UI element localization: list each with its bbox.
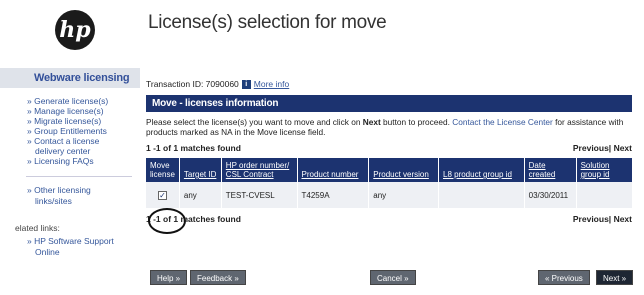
header-l8-product-group[interactable]: L8 product group id bbox=[438, 158, 525, 182]
checkbox-highlight-circle bbox=[148, 208, 186, 234]
header-date-created[interactable]: Date created bbox=[524, 158, 577, 182]
related-links-label: elated links: bbox=[15, 223, 60, 233]
sidebar-item-contact[interactable]: » Contact a license delivery center bbox=[27, 136, 140, 156]
section-title: Move - licenses information bbox=[146, 95, 632, 112]
sidebar-item-contact-label: » Contact a license bbox=[27, 136, 100, 146]
related-link-hp-support[interactable]: » HP Software Support Online bbox=[27, 236, 140, 258]
feedback-button[interactable]: Feedback » bbox=[190, 270, 246, 285]
next-button[interactable]: Next » bbox=[596, 270, 634, 285]
header-move-license: Move license bbox=[146, 158, 180, 182]
sidebar-item-migrate[interactable]: » Migrate license(s) bbox=[27, 116, 140, 126]
cell-target-id: any bbox=[179, 182, 222, 208]
pager-next-top[interactable]: Next bbox=[614, 143, 632, 153]
cancel-button[interactable]: Cancel » bbox=[370, 270, 416, 285]
cell-product-version: any bbox=[368, 182, 439, 208]
sidebar-item-faqs[interactable]: » Licensing FAQs bbox=[27, 156, 140, 166]
pager-previous-top[interactable]: Previous| bbox=[573, 143, 611, 153]
instructions-next-word: Next bbox=[362, 117, 381, 127]
info-icon[interactable]: i bbox=[241, 79, 251, 89]
sidebar-heading: Webware licensing bbox=[0, 68, 140, 88]
other-links-line2: links/sites bbox=[35, 196, 72, 206]
instructions: Please select the license(s) you want to… bbox=[146, 117, 632, 137]
matches-count-top: 1 -1 of 1 matches found bbox=[146, 143, 241, 153]
other-links-line1: » Other licensing bbox=[27, 185, 91, 195]
cell-solution-group bbox=[576, 182, 632, 208]
results-header-bottom: 1 -1 of 1 matches found Previous| Next bbox=[146, 214, 632, 224]
main-content: Transaction ID: 7090060 i More info Move… bbox=[146, 79, 632, 224]
move-license-checkbox[interactable]: ✓ bbox=[157, 190, 167, 200]
header-solution-group[interactable]: Solution group id bbox=[576, 158, 632, 182]
page-title: License(s) selection for move bbox=[148, 12, 387, 33]
header-target-id[interactable]: Target ID bbox=[179, 158, 222, 182]
licenses-table: Move license Target ID HP order number/ … bbox=[146, 158, 632, 208]
sidebar-divider bbox=[26, 176, 132, 177]
hp-logo: hp bbox=[55, 10, 95, 50]
related-link-line2: Online bbox=[35, 247, 60, 257]
transaction-row: Transaction ID: 7090060 i More info bbox=[146, 79, 632, 89]
help-button[interactable]: Help » bbox=[150, 270, 188, 285]
sidebar-item-contact-continuation: delivery center bbox=[35, 146, 91, 156]
pager-bottom: Previous| Next bbox=[573, 214, 632, 224]
table-header-row: Move license Target ID HP order number/ … bbox=[146, 158, 632, 182]
header-product-version[interactable]: Product version bbox=[368, 158, 439, 182]
cell-move-license: ✓ bbox=[146, 182, 180, 208]
related-link-line1: » HP Software Support bbox=[27, 236, 114, 246]
pager-top: Previous| Next bbox=[573, 143, 632, 153]
pager-previous-bottom[interactable]: Previous| bbox=[573, 214, 611, 224]
logo-text: hp bbox=[59, 17, 91, 43]
previous-button[interactable]: « Previous bbox=[538, 270, 590, 285]
cell-product-number: T4259A bbox=[297, 182, 370, 208]
sidebar: Webware licensing » Generate license(s) … bbox=[0, 68, 140, 295]
cell-l8-product-group bbox=[438, 182, 525, 208]
sidebar-item-other-links[interactable]: » Other licensing links/sites bbox=[27, 185, 140, 207]
table-row: ✓ any TEST-CVESL T4259A any 03/30/2011 bbox=[146, 182, 632, 208]
sidebar-nav: » Generate license(s) » Manage license(s… bbox=[27, 96, 140, 166]
transaction-id: Transaction ID: 7090060 bbox=[146, 79, 239, 89]
cell-date-created: 03/30/2011 bbox=[524, 182, 577, 208]
results-header-top: 1 -1 of 1 matches found Previous| Next bbox=[146, 143, 632, 153]
more-info-link[interactable]: More info bbox=[254, 79, 289, 89]
sidebar-item-group-entitlements[interactable]: » Group Entitlements bbox=[27, 126, 140, 136]
header-product-number[interactable]: Product number bbox=[297, 158, 370, 182]
sidebar-item-manage[interactable]: » Manage license(s) bbox=[27, 106, 140, 116]
instructions-part2: button to proceed. bbox=[380, 117, 453, 127]
cell-order-number: TEST-CVESL bbox=[221, 182, 298, 208]
contact-license-center-link[interactable]: Contact the License Center bbox=[452, 117, 553, 127]
sidebar-item-generate[interactable]: » Generate license(s) bbox=[27, 96, 140, 106]
instructions-part1: Please select the license(s) you want to… bbox=[146, 117, 363, 127]
pager-next-bottom[interactable]: Next bbox=[614, 214, 632, 224]
header-order-number[interactable]: HP order number/ CSL Contract bbox=[221, 158, 298, 182]
